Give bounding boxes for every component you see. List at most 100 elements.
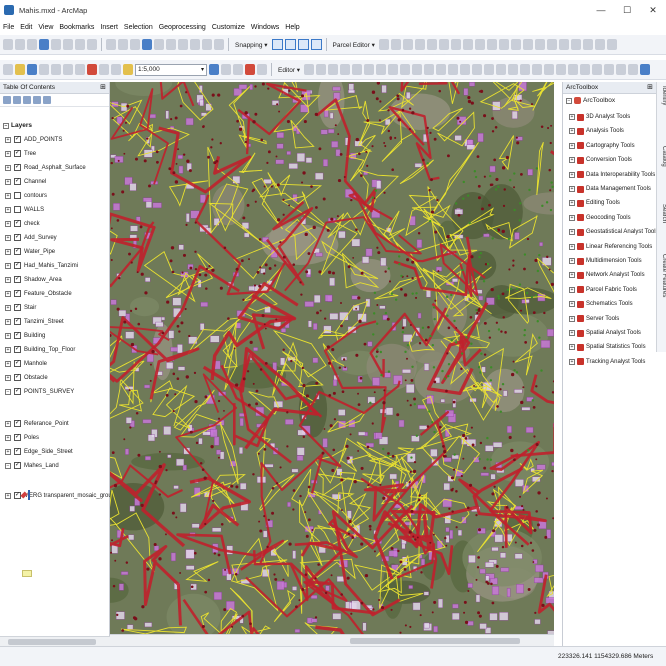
toolbox-item[interactable]: + Geostatistical Analyst Tools	[569, 226, 659, 238]
expand-icon[interactable]: +	[569, 286, 575, 293]
edit-tool-icon[interactable]	[532, 64, 543, 75]
parcel-tool-icon[interactable]	[594, 39, 605, 50]
color-picker-icon[interactable]	[640, 64, 651, 75]
list-by-drawing-order-icon[interactable]	[3, 96, 11, 104]
toc-layer-row[interactable]: + ✓ ADD_POINTS	[5, 134, 62, 145]
toc-layer-row[interactable]: + contours	[5, 190, 47, 201]
toolbox-item[interactable]: + Network Analyst Tools	[569, 269, 645, 281]
list-by-source-icon[interactable]	[13, 96, 21, 104]
close-button[interactable]: ✕	[640, 0, 666, 20]
toc-layer-row[interactable]: + ✓ Edge_Side_Street	[5, 446, 73, 457]
expand-icon[interactable]: +	[569, 157, 575, 164]
toolbox-item[interactable]: + Tracking Analyst Tools	[569, 356, 645, 368]
toc-layer-row[interactable]: + WALLS	[5, 204, 44, 215]
parcel-tool-icon[interactable]	[510, 39, 521, 50]
parcel-tool-icon[interactable]	[450, 39, 461, 50]
expand-icon[interactable]: +	[5, 220, 11, 227]
layer-visibility-checkbox[interactable]: ✓	[14, 420, 21, 427]
copy-icon[interactable]	[63, 64, 73, 75]
python-window-icon[interactable]	[257, 64, 267, 75]
toc-layer-row[interactable]: + ✓ Referance_Point	[5, 418, 69, 429]
open-icon[interactable]	[15, 64, 25, 75]
menu-bookmarks[interactable]: Bookmarks	[56, 24, 97, 31]
end-snapping-icon[interactable]	[284, 39, 296, 50]
toc-layer-row[interactable]: − ✓ POINTS_SURVEY	[5, 386, 74, 397]
parcel-tool-icon[interactable]	[570, 39, 581, 50]
edit-tool-icon[interactable]	[556, 64, 567, 75]
collapse-icon[interactable]: −	[566, 97, 572, 104]
layer-visibility-checkbox[interactable]: ✓	[14, 234, 21, 241]
layer-visibility-checkbox[interactable]: ✓	[14, 262, 21, 269]
edit-tool-icon[interactable]	[544, 64, 555, 75]
list-by-selection-icon[interactable]	[33, 96, 41, 104]
pin-icon[interactable]: ⊞	[647, 82, 653, 94]
expand-icon[interactable]: +	[569, 114, 575, 120]
layer-visibility-checkbox[interactable]: ✓	[14, 150, 21, 157]
toolbox-item[interactable]: + Data Management Tools	[569, 183, 651, 195]
side-tab-identify[interactable]: Identify	[658, 86, 666, 105]
expand-icon[interactable]: +	[5, 420, 11, 427]
edit-tool-icon[interactable]	[388, 64, 399, 75]
layer-visibility-checkbox[interactable]: ✓	[14, 332, 21, 339]
layer-visibility-checkbox[interactable]: ✓	[14, 304, 21, 311]
toolbox-item[interactable]: + Geocoding Tools	[569, 212, 631, 224]
expand-icon[interactable]: +	[569, 358, 575, 365]
expand-icon[interactable]: +	[5, 448, 11, 455]
time-slider-icon[interactable]	[214, 39, 224, 50]
expand-icon[interactable]: +	[569, 142, 575, 149]
toolbox-item[interactable]: + Editing Tools	[569, 197, 620, 209]
toc-layer-row[interactable]: + ✓ Feature_Obstacle	[5, 288, 72, 299]
zoom-in-icon[interactable]	[3, 39, 13, 50]
parcel-tool-icon[interactable]	[498, 39, 509, 50]
expand-icon[interactable]: +	[569, 229, 575, 236]
edit-tool-icon[interactable]	[604, 64, 615, 75]
arctoolbox-root[interactable]: − ArcToolbox	[566, 97, 615, 104]
expand-icon[interactable]: +	[569, 171, 575, 178]
pan-icon[interactable]	[27, 39, 37, 50]
expand-icon[interactable]: +	[569, 272, 575, 279]
map-scale-combo[interactable]: 1:5,000	[135, 63, 207, 76]
point-snapping-icon[interactable]	[271, 39, 283, 50]
menu-windows[interactable]: Windows	[248, 24, 282, 31]
toc-layer-row[interactable]: + ✓ Stair	[5, 302, 36, 313]
go-to-xy-icon[interactable]	[202, 39, 212, 50]
edit-tool-icon[interactable]	[484, 64, 495, 75]
toc-horizontal-scrollbar[interactable]	[0, 636, 110, 646]
expand-icon[interactable]: +	[569, 243, 575, 250]
expand-icon[interactable]: +	[5, 346, 11, 353]
toc-layer-row[interactable]: + ✓ Had_Mahis_Tanzimi	[5, 260, 78, 271]
toc-layer-row[interactable]: + ✓ Tree	[5, 148, 36, 159]
edit-tool-icon[interactable]	[340, 64, 351, 75]
menu-file[interactable]: File	[0, 24, 17, 31]
expand-icon[interactable]: −	[5, 388, 11, 395]
scrollbar-thumb[interactable]	[8, 639, 96, 645]
layer-visibility-checkbox[interactable]: ✓	[14, 462, 21, 469]
parcel-tool-icon[interactable]	[534, 39, 545, 50]
options-icon[interactable]	[43, 96, 51, 104]
parcel-tool-icon[interactable]	[474, 39, 485, 50]
full-extent-icon[interactable]	[39, 39, 49, 50]
side-tab-catalog[interactable]: Catalog	[658, 146, 666, 167]
toolbox-item[interactable]: + Server Tools	[569, 313, 619, 325]
toc-layer-row[interactable]: + ✓ Poles	[5, 432, 39, 443]
parcel-tool-icon[interactable]	[414, 39, 425, 50]
zoom-out-icon[interactable]	[15, 39, 25, 50]
edit-tool-icon[interactable]	[628, 64, 639, 75]
expand-icon[interactable]: +	[5, 164, 11, 171]
edit-tool-icon[interactable]	[400, 64, 411, 75]
parcel-tool-icon[interactable]	[606, 39, 617, 50]
menu-help[interactable]: Help	[282, 24, 302, 31]
edit-tool-icon[interactable]	[568, 64, 579, 75]
print-icon[interactable]	[39, 64, 49, 75]
measure-icon[interactable]	[178, 39, 188, 50]
layer-visibility-checkbox[interactable]: ✓	[14, 448, 21, 455]
layer-visibility-checkbox[interactable]: ✓	[14, 248, 21, 255]
toc-layer-row[interactable]: + ✓ Manhole	[5, 358, 47, 369]
parcel-tool-icon[interactable]	[558, 39, 569, 50]
vertex-snapping-icon[interactable]	[297, 39, 309, 50]
parcel-tool-icon[interactable]	[402, 39, 413, 50]
edit-tool-icon[interactable]	[508, 64, 519, 75]
map-canvas[interactable]	[110, 82, 554, 634]
identify-icon[interactable]	[142, 39, 152, 50]
layer-visibility-checkbox[interactable]: ✓	[14, 374, 21, 381]
